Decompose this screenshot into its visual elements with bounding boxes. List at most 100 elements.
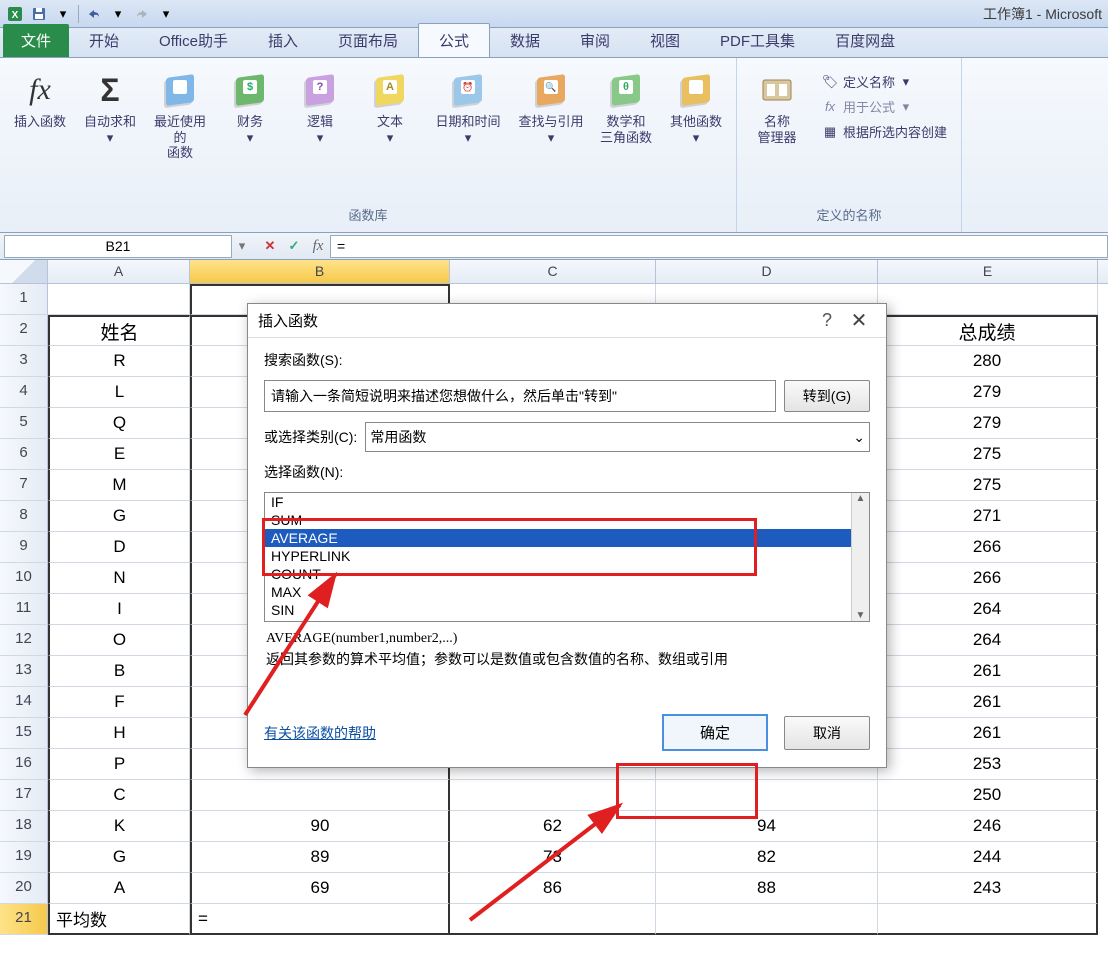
name-manager-button[interactable]: 名称 管理器 xyxy=(745,66,809,149)
cell[interactable] xyxy=(656,904,878,935)
col-header[interactable]: C xyxy=(450,260,656,283)
row-header[interactable]: 4 xyxy=(0,377,48,408)
cell[interactable]: 姓名 xyxy=(48,315,190,346)
cell[interactable]: 266 xyxy=(878,532,1098,563)
col-header[interactable]: A xyxy=(48,260,190,283)
tab-home[interactable]: 开始 xyxy=(69,24,139,57)
cell[interactable]: 275 xyxy=(878,439,1098,470)
cell[interactable]: 94 xyxy=(656,811,878,842)
tab-review[interactable]: 审阅 xyxy=(560,24,630,57)
cell[interactable] xyxy=(656,780,878,811)
cell[interactable]: 279 xyxy=(878,377,1098,408)
row-header[interactable]: 14 xyxy=(0,687,48,718)
help-link[interactable]: 有关该函数的帮助 xyxy=(264,723,376,743)
ok-button[interactable]: 确定 xyxy=(662,714,768,751)
cell[interactable]: R xyxy=(48,346,190,377)
tab-data[interactable]: 数据 xyxy=(490,24,560,57)
category-select[interactable]: 常用函数⌄ xyxy=(365,422,870,452)
go-button[interactable]: 转到(G) xyxy=(784,380,870,412)
cell[interactable] xyxy=(190,780,450,811)
tab-insert[interactable]: 插入 xyxy=(248,24,318,57)
cell[interactable]: 261 xyxy=(878,687,1098,718)
cell[interactable]: 平均数 xyxy=(48,904,190,935)
row-header[interactable]: 3 xyxy=(0,346,48,377)
scroll-up-icon[interactable]: ▲ xyxy=(856,493,866,504)
row-header[interactable]: 21 xyxy=(0,904,48,935)
row-header[interactable]: 11 xyxy=(0,594,48,625)
cancel-button[interactable]: 取消 xyxy=(784,716,870,750)
cell[interactable]: E xyxy=(48,439,190,470)
cell[interactable]: 246 xyxy=(878,811,1098,842)
list-item[interactable]: AVERAGE xyxy=(265,529,851,547)
qat-customize-icon[interactable]: ▾ xyxy=(155,3,177,25)
col-header[interactable]: E xyxy=(878,260,1098,283)
row-header[interactable]: 17 xyxy=(0,780,48,811)
qat-dropdown-icon[interactable]: ▾ xyxy=(107,3,129,25)
cell[interactable]: 250 xyxy=(878,780,1098,811)
select-all-corner[interactable] xyxy=(0,260,48,283)
cell[interactable] xyxy=(450,780,656,811)
scrollbar[interactable]: ▲▼ xyxy=(851,493,869,621)
use-in-formula-button[interactable]: fx用于公式 ▾ xyxy=(819,95,949,118)
cell[interactable]: 261 xyxy=(878,718,1098,749)
list-item[interactable]: COUNT xyxy=(265,565,851,583)
tab-file[interactable]: 文件 xyxy=(3,24,69,57)
excel-icon[interactable]: X xyxy=(4,3,26,25)
scroll-down-icon[interactable]: ▼ xyxy=(856,610,866,621)
cell[interactable] xyxy=(878,284,1098,315)
row-header[interactable]: 12 xyxy=(0,625,48,656)
math-button[interactable]: θ 数学和 三角函数 xyxy=(594,66,658,149)
cell[interactable] xyxy=(450,904,656,935)
row-header[interactable]: 20 xyxy=(0,873,48,904)
cell[interactable]: 73 xyxy=(450,842,656,873)
cell[interactable]: A xyxy=(48,873,190,904)
cell[interactable]: 62 xyxy=(450,811,656,842)
row-header[interactable]: 5 xyxy=(0,408,48,439)
row-header[interactable]: 6 xyxy=(0,439,48,470)
lookup-button[interactable]: 🔍 查找与引用▾ xyxy=(514,66,588,149)
cell[interactable]: 271 xyxy=(878,501,1098,532)
row-header[interactable]: 15 xyxy=(0,718,48,749)
cell[interactable]: 279 xyxy=(878,408,1098,439)
list-item[interactable]: SIN xyxy=(265,601,851,619)
row-header[interactable]: 16 xyxy=(0,749,48,780)
cell[interactable]: 264 xyxy=(878,625,1098,656)
col-header[interactable]: D xyxy=(656,260,878,283)
define-name-button[interactable]: 🏷定义名称 ▾ xyxy=(819,70,949,93)
list-item[interactable]: IF xyxy=(265,493,851,511)
cell[interactable]: 266 xyxy=(878,563,1098,594)
cell[interactable]: 243 xyxy=(878,873,1098,904)
col-header[interactable]: B xyxy=(190,260,450,283)
cell[interactable]: G xyxy=(48,501,190,532)
cell[interactable]: 89 xyxy=(190,842,450,873)
cell[interactable]: 275 xyxy=(878,470,1098,501)
cell[interactable]: 总成绩 xyxy=(878,315,1098,346)
cell[interactable]: F xyxy=(48,687,190,718)
list-item[interactable]: HYPERLINK xyxy=(265,547,851,565)
cell[interactable]: 88 xyxy=(656,873,878,904)
tab-formulas[interactable]: 公式 xyxy=(418,23,490,57)
cell[interactable]: 86 xyxy=(450,873,656,904)
search-function-input[interactable]: 请输入一条简短说明来描述您想做什么，然后单击"转到" xyxy=(264,380,776,412)
cell[interactable]: 264 xyxy=(878,594,1098,625)
cell[interactable]: 82 xyxy=(656,842,878,873)
function-list[interactable]: IFSUMAVERAGEHYPERLINKCOUNTMAXSIN xyxy=(265,493,851,621)
cell[interactable]: Q xyxy=(48,408,190,439)
more-functions-button[interactable]: 其他函数▾ xyxy=(664,66,728,149)
cell[interactable]: P xyxy=(48,749,190,780)
financial-button[interactable]: $ 财务▾ xyxy=(218,66,282,149)
create-from-selection-button[interactable]: ▦根据所选内容创建 xyxy=(819,120,949,143)
logical-button[interactable]: ? 逻辑▾ xyxy=(288,66,352,149)
cell[interactable]: O xyxy=(48,625,190,656)
cell[interactable]: 69 xyxy=(190,873,450,904)
cell[interactable]: L xyxy=(48,377,190,408)
accept-formula-icon[interactable]: ✓ xyxy=(282,235,306,257)
tab-pdf-tools[interactable]: PDF工具集 xyxy=(700,24,815,57)
close-icon[interactable]: ✕ xyxy=(842,308,876,333)
tab-office-helper[interactable]: Office助手 xyxy=(139,24,248,57)
row-header[interactable]: 13 xyxy=(0,656,48,687)
tab-baidu[interactable]: 百度网盘 xyxy=(815,24,915,57)
cell[interactable]: H xyxy=(48,718,190,749)
row-header[interactable]: 18 xyxy=(0,811,48,842)
row-header[interactable]: 1 xyxy=(0,284,48,315)
